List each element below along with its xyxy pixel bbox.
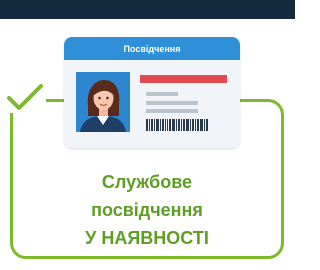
caption-line-3: У НАЯВНОСТІ [85,228,209,248]
id-card-text-line [146,92,178,96]
person-avatar-icon [76,72,130,132]
top-bar [0,0,295,19]
id-card-red-stripe [140,75,227,83]
id-card-text-line [146,101,198,105]
barcode-icon [146,119,221,131]
caption-line-1: Службове [101,172,193,192]
status-caption: Службове посвідчення У НАЯВНОСТІ [10,168,284,252]
checkmark-icon [7,84,43,110]
caption-line-2: посвідчення [91,200,203,220]
id-card: Посвідчення [64,37,240,148]
id-card-text-line [146,109,198,113]
id-card-header: Посвідчення [64,37,240,60]
